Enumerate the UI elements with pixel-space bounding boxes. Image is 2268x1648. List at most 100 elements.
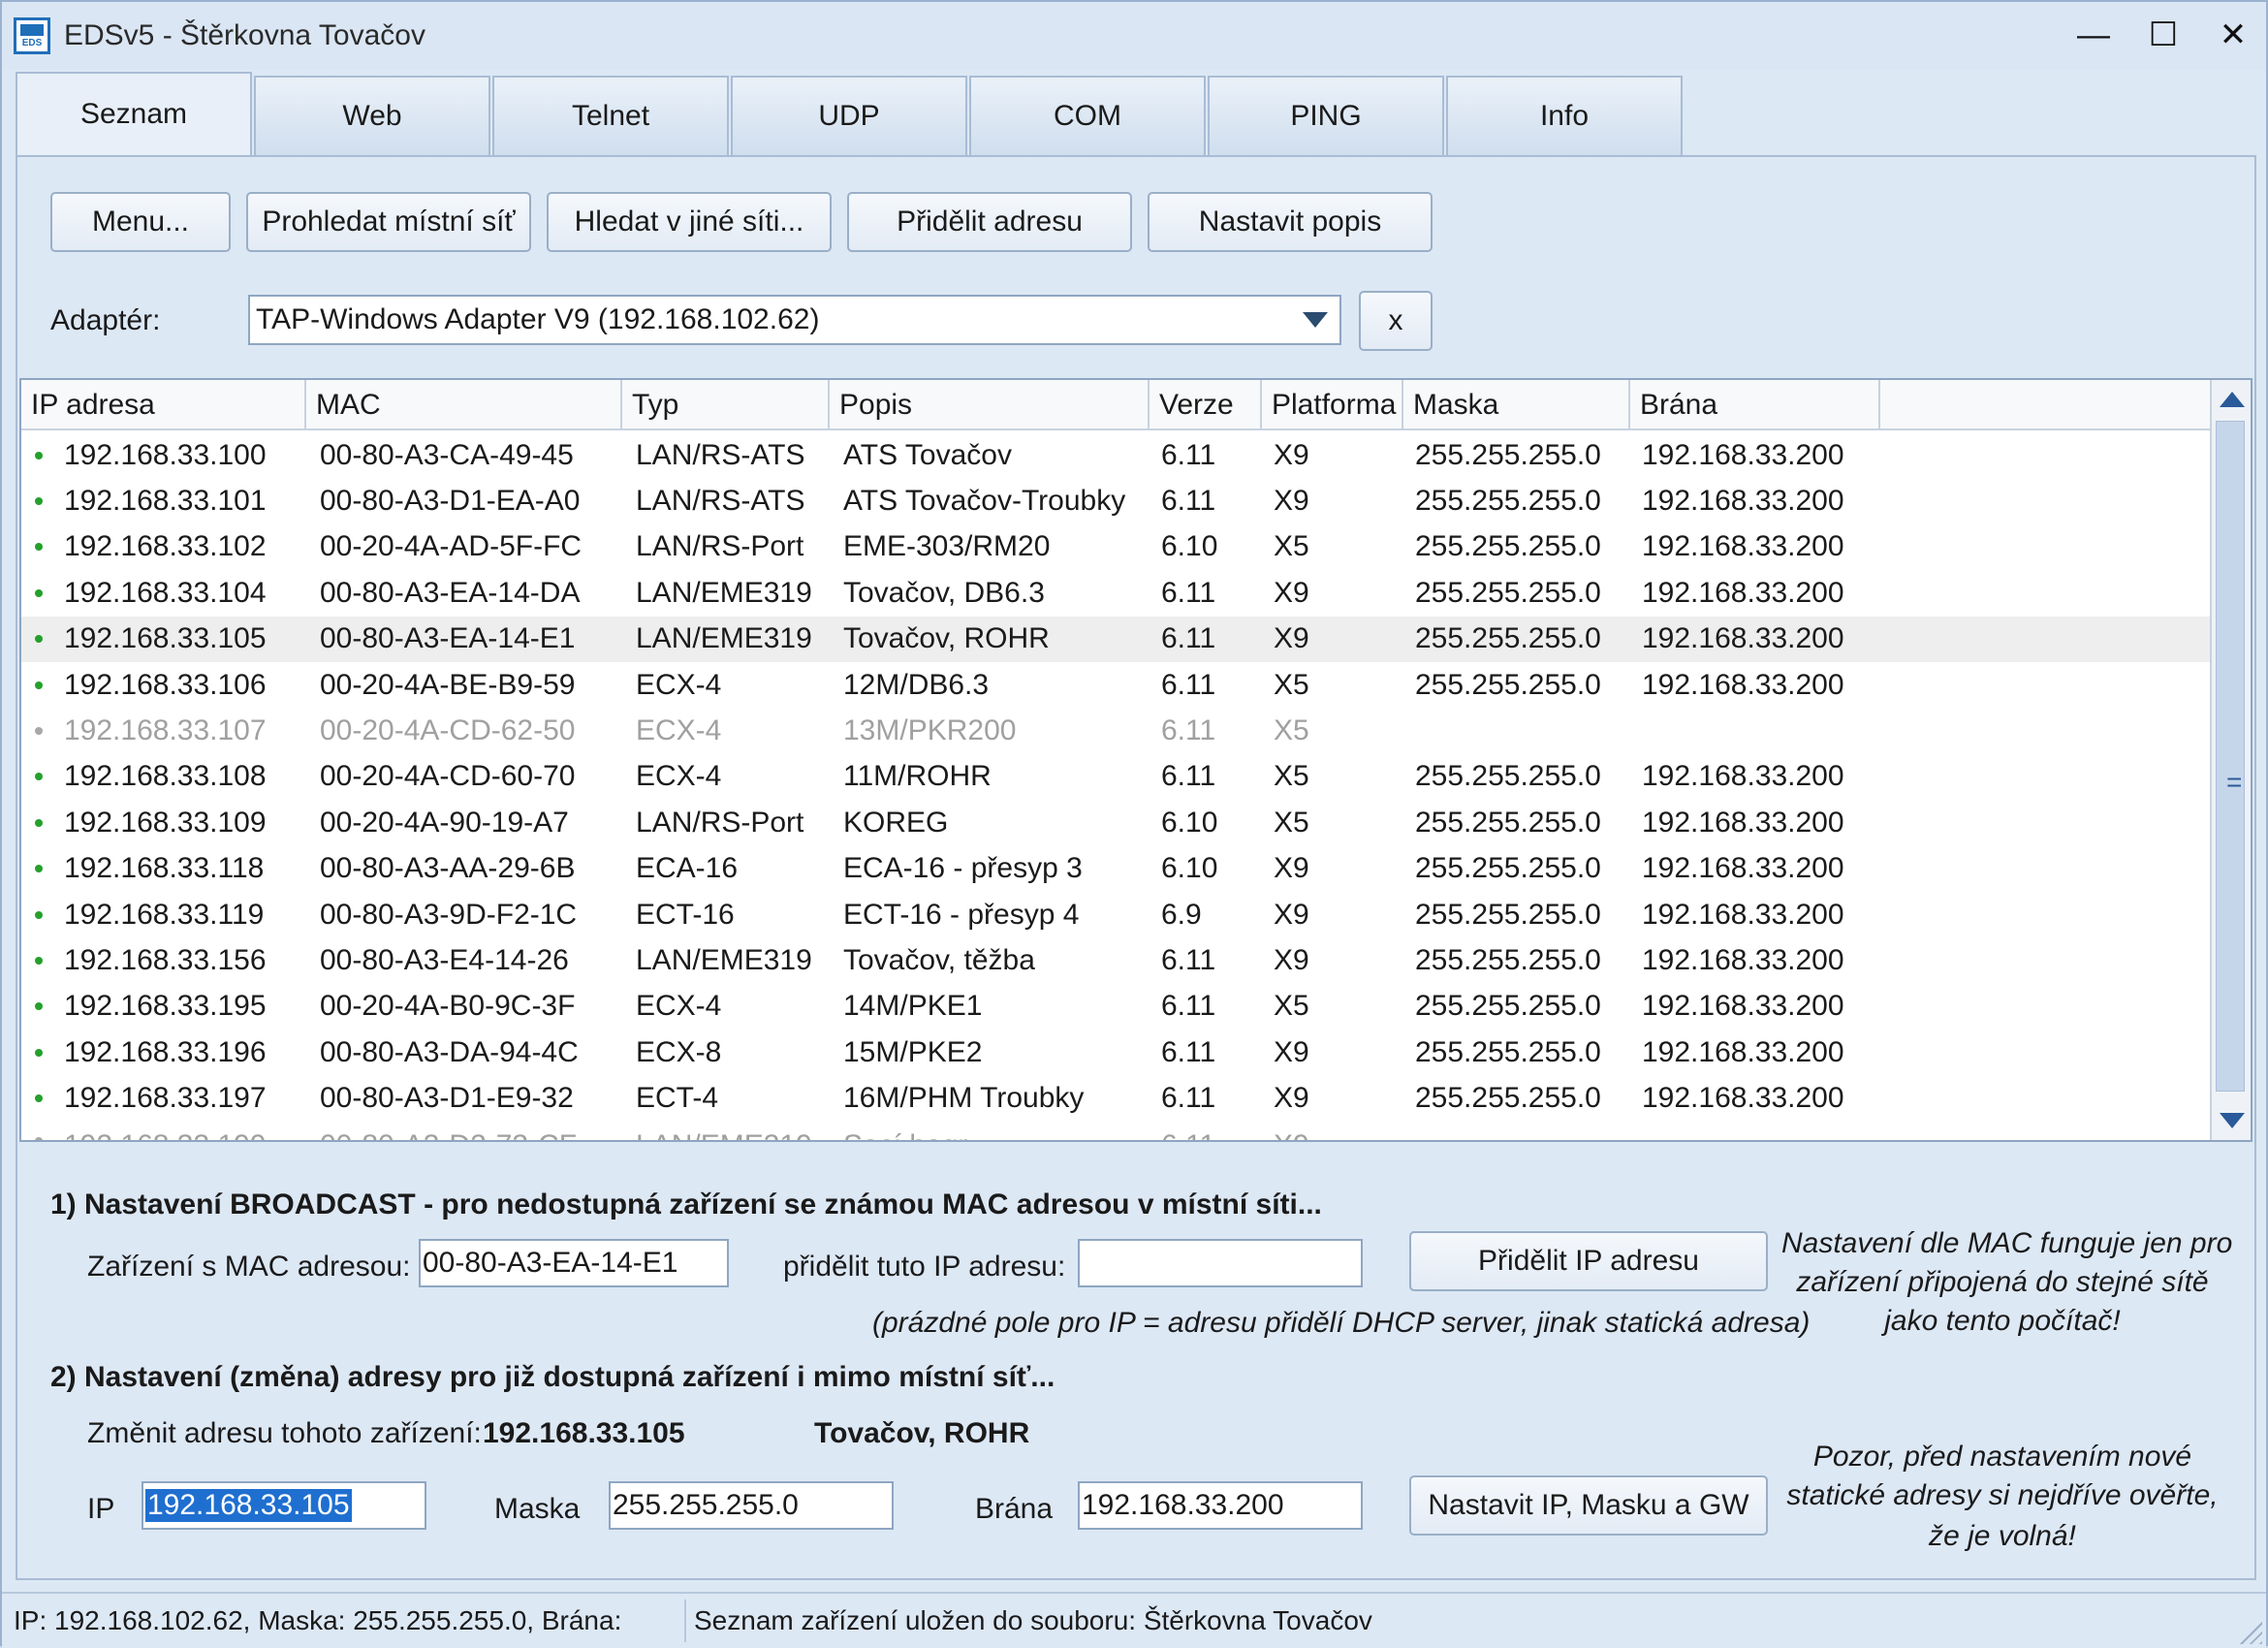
table-row[interactable]: 192.168.33.102 00-20-4A-AD-5F-FC LAN/RS-Po…: [21, 524, 2212, 570]
table-row[interactable]: 192.168.33.195 00-20-4A-B0-9C-3F ECX-4 14M/…: [21, 984, 2212, 1030]
cell-brana: 192.168.33.200: [1642, 806, 1844, 839]
column-header-maska[interactable]: Maska: [1403, 380, 1630, 430]
gateway-label: Brána: [975, 1493, 1054, 1525]
mac-address-field[interactable]: 00-80-A3-EA-14-E1: [419, 1239, 729, 1287]
cell-mac: 00-80-A3-D2-73-CF: [320, 1129, 577, 1140]
cell-brana: 192.168.33.200: [1642, 622, 1844, 655]
mask-field[interactable]: 255.255.255.0: [609, 1481, 894, 1530]
cell-mac: 00-80-A3-D1-E9-32: [320, 1082, 574, 1115]
column-header-popis[interactable]: Popis: [830, 380, 1150, 430]
cell-verze: 6.11: [1161, 1129, 1215, 1140]
table-row[interactable]: 192.168.33.107 00-20-4A-CD-62-50 ECX-4 13M/…: [21, 708, 2212, 753]
scan-local-network-button[interactable]: Prohledat místní síť: [246, 192, 531, 252]
column-header-verze[interactable]: Verze: [1150, 380, 1262, 430]
table-row[interactable]: 192.168.33.118 00-80-A3-AA-29-6B ECA-16 ECA…: [21, 846, 2212, 892]
cell-verze: 6.9: [1161, 898, 1202, 931]
cell-platforma: X9: [1274, 852, 1309, 885]
tab-udp[interactable]: UDP: [731, 76, 967, 155]
cell-mac: 00-20-4A-CD-62-50: [320, 714, 576, 747]
cell-popis: ECA-16 - přesyp 3: [843, 852, 1083, 885]
table-row[interactable]: 192.168.33.156 00-80-A3-E4-14-26 LAN/EME31…: [21, 937, 2212, 983]
table-row[interactable]: 192.168.33.109 00-20-4A-90-19-A7 LAN/RS-Po…: [21, 800, 2212, 845]
cell-brana: 192.168.33.200: [1642, 668, 1844, 701]
tab-com[interactable]: COM: [969, 76, 1206, 155]
minimize-icon[interactable]: —: [2070, 12, 2117, 58]
cell-mac: 00-20-4A-AD-5F-FC: [320, 530, 583, 563]
status-dot-icon: [35, 956, 43, 965]
cell-brana: 192.168.33.200: [1642, 485, 1844, 518]
device-label: Změnit adresu tohoto zařízení:: [87, 1417, 482, 1449]
cell-verze: 6.11: [1161, 622, 1216, 655]
ip-field[interactable]: 192.168.33.105: [142, 1481, 426, 1530]
cell-popis: ATS Tovačov-Troubky: [843, 485, 1126, 518]
assign-ip-button[interactable]: Přidělit IP adresu: [1409, 1231, 1768, 1291]
dropdown-arrow-icon[interactable]: [1303, 312, 1328, 328]
cell-platforma: X9: [1274, 943, 1309, 976]
table-row[interactable]: 192.168.33.196 00-80-A3-DA-94-4C ECX-8 15M/…: [21, 1030, 2212, 1075]
cell-platforma: X5: [1274, 760, 1309, 793]
maximize-icon[interactable]: ☐: [2140, 12, 2187, 58]
cell-maska: 255.255.255.0: [1415, 1035, 1601, 1068]
set-description-button[interactable]: Nastavit popis: [1148, 192, 1433, 252]
cell-mac: 00-80-A3-E4-14-26: [320, 943, 569, 976]
column-header-mac[interactable]: MAC: [306, 380, 622, 430]
cell-brana: 192.168.33.200: [1642, 530, 1844, 563]
tab-telnet[interactable]: Telnet: [492, 76, 729, 155]
table-row[interactable]: 192.168.33.105 00-80-A3-EA-14-E1 LAN/EME31…: [21, 616, 2212, 662]
cell-maska: 255.255.255.0: [1415, 943, 1601, 976]
cell-mac: 00-20-4A-90-19-A7: [320, 806, 569, 839]
column-header-brana[interactable]: Brána: [1630, 380, 1880, 430]
table-row[interactable]: 192.168.33.197 00-80-A3-D1-E9-32 ECT-4 16M/…: [21, 1075, 2212, 1121]
device-table: IP adresa MAC Typ Popis Verze Platforma …: [19, 378, 2252, 1142]
table-row[interactable]: 192.168.33.100 00-80-A3-CA-49-45 LAN/RS-AT…: [21, 432, 2212, 478]
menu-button[interactable]: Menu...: [50, 192, 231, 252]
cell-maska: 255.255.255.0: [1415, 806, 1601, 839]
cell-brana: 192.168.33.200: [1642, 898, 1844, 931]
cell-verze: 6.11: [1161, 576, 1216, 609]
table-row[interactable]: 192.168.33.119 00-80-A3-9D-F2-1C ECT-16 ECT…: [21, 892, 2212, 937]
change-address-heading: 2) Nastavení (změna) adresy pro již dost…: [50, 1361, 1055, 1393]
resize-grip-icon[interactable]: [2233, 1615, 2262, 1644]
cell-ip: 192.168.33.199: [64, 1129, 267, 1140]
table-row[interactable]: 192.168.33.101 00-80-A3-D1-EA-A0 LAN/RS-AT…: [21, 478, 2212, 523]
scroll-thumb[interactable]: =: [2216, 421, 2245, 1092]
table-row[interactable]: 192.168.33.199 00-80-A3-D2-73-CF LAN/EME31…: [21, 1122, 2212, 1140]
search-other-network-button[interactable]: Hledat v jiné síti...: [547, 192, 832, 252]
table-row[interactable]: 192.168.33.106 00-20-4A-BE-B9-59 ECX-4 12M/…: [21, 662, 2212, 708]
column-header-typ[interactable]: Typ: [622, 380, 830, 430]
clear-adapter-button[interactable]: x: [1359, 291, 1433, 351]
status-dot-icon: [35, 1094, 43, 1103]
cell-platforma: X9: [1274, 1035, 1309, 1068]
close-icon[interactable]: ✕: [2210, 12, 2256, 58]
table-row[interactable]: 192.168.33.108 00-20-4A-CD-60-70 ECX-4 11M/…: [21, 754, 2212, 800]
cell-mac: 00-20-4A-B0-9C-3F: [320, 990, 576, 1023]
title-bar: EDS EDSv5 - Štěrkovna Tovačov — ☐ ✕: [2, 2, 2266, 70]
column-header-ip[interactable]: IP adresa: [21, 380, 306, 430]
vertical-scrollbar[interactable]: =: [2210, 380, 2251, 1140]
cell-typ: LAN/EME319: [636, 943, 812, 976]
column-header-platforma[interactable]: Platforma: [1262, 380, 1403, 430]
cell-ip: 192.168.33.107: [64, 714, 267, 747]
cell-typ: LAN/RS-Port: [636, 806, 804, 839]
tab-seznam[interactable]: Seznam: [16, 72, 252, 155]
assign-ip-field[interactable]: [1078, 1239, 1363, 1287]
tab-info[interactable]: Info: [1446, 76, 1683, 155]
cell-popis: Sací bagr: [843, 1129, 967, 1140]
cell-ip: 192.168.33.109: [64, 806, 267, 839]
assign-address-button[interactable]: Přidělit adresu: [847, 192, 1132, 252]
status-dot-icon: [35, 497, 43, 506]
cell-popis: KOREG: [843, 806, 949, 839]
status-message: Seznam zařízení uložen do souboru: Štěrk…: [694, 1605, 1372, 1635]
cell-typ: ECX-4: [636, 760, 722, 793]
scroll-up-arrow-icon[interactable]: [2220, 392, 2245, 407]
status-dot-icon: [35, 1002, 43, 1011]
adapter-select[interactable]: TAP-Windows Adapter V9 (192.168.102.62): [248, 295, 1341, 345]
cell-ip: 192.168.33.108: [64, 760, 267, 793]
cell-verze: 6.11: [1161, 668, 1216, 701]
table-row[interactable]: 192.168.33.104 00-80-A3-EA-14-DA LAN/EME31…: [21, 570, 2212, 616]
scroll-down-arrow-icon[interactable]: [2220, 1113, 2245, 1128]
tab-ping[interactable]: PING: [1208, 76, 1444, 155]
gateway-field[interactable]: 192.168.33.200: [1078, 1481, 1363, 1530]
tab-web[interactable]: Web: [254, 76, 490, 155]
set-ip-mask-gw-button[interactable]: Nastavit IP, Masku a GW: [1409, 1475, 1768, 1536]
